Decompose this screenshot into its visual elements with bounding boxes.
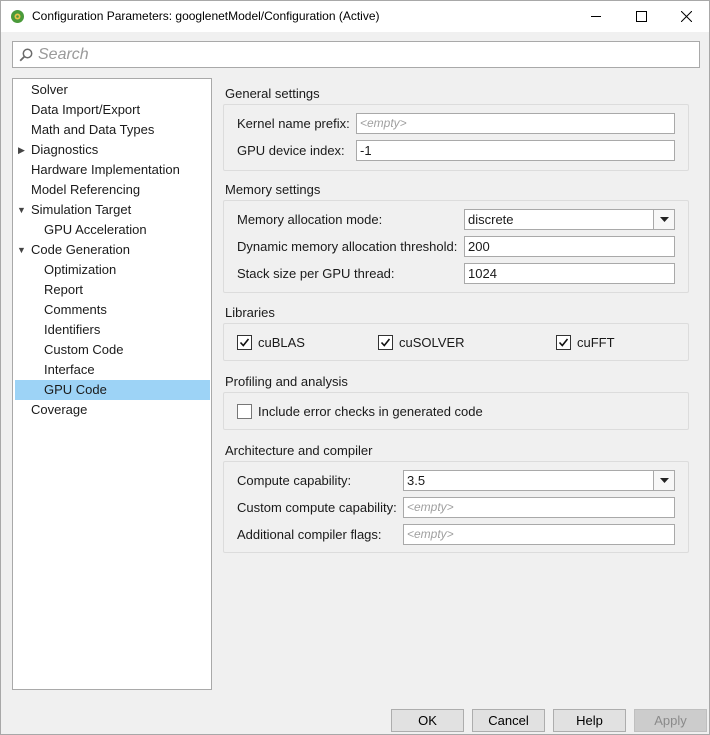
search-input[interactable] [38,44,688,65]
close-button[interactable] [663,1,709,32]
checkmark-icon [380,338,391,347]
apply-button[interactable]: Apply [634,709,707,732]
dyn-threshold-field[interactable]: 200 [464,236,675,257]
error-checks-checkbox[interactable] [237,404,252,419]
minimize-button[interactable] [573,1,619,32]
expand-arrow-icon[interactable]: ▶ [18,140,25,160]
tree-item-gpu-code[interactable]: GPU Code [15,380,210,400]
cublas-checkbox[interactable] [237,335,252,350]
tree-item-interface[interactable]: Interface [15,360,210,380]
tree-item-diagnostics[interactable]: ▶ Diagnostics [15,140,210,160]
compiler-flags-label: Additional compiler flags: [237,527,382,542]
tree-item-label: Solver [31,82,68,97]
tree-item-label: Coverage [31,402,88,417]
tree-item-code-generation[interactable]: ▼ Code Generation [15,240,210,260]
category-tree: Solver Data Import/Export Math and Data … [12,78,212,690]
tree-item-label: Interface [44,362,95,377]
gpu-index-label: GPU device index: [237,143,345,158]
tree-item-math-data-types[interactable]: Math and Data Types [15,120,210,140]
minimize-icon [590,16,601,17]
tree-item-label: Comments [44,302,107,317]
chevron-down-icon[interactable] [653,471,674,490]
tree-item-label: GPU Code [44,382,107,397]
general-settings-heading: General settings [225,86,320,101]
maximize-icon [635,11,647,22]
tree-item-label: Data Import/Export [31,102,141,117]
simulink-app-icon [10,9,25,24]
ok-button[interactable]: OK [391,709,464,732]
compiler-flags-field[interactable]: <empty> [403,524,675,545]
tree-item-label: Diagnostics [31,142,99,157]
stack-size-label: Stack size per GPU thread: [237,266,395,281]
compute-cap-dropdown[interactable]: 3.5 [403,470,675,491]
libraries-heading: Libraries [225,305,275,320]
compute-cap-label: Compute capability: [237,473,352,488]
tree-item-coverage[interactable]: Coverage [15,400,210,420]
alloc-mode-label: Memory allocation mode: [237,212,383,227]
stack-size-field[interactable]: 1024 [464,263,675,284]
tree-item-label: Hardware Implementation [31,162,180,177]
tree-item-label: Custom Code [44,342,124,357]
tree-item-hardware-implementation[interactable]: Hardware Implementation [15,160,210,180]
tree-item-optimization[interactable]: Optimization [15,260,210,280]
cusolver-checkbox[interactable] [378,335,393,350]
tree-item-custom-code[interactable]: Custom Code [15,340,210,360]
kernel-prefix-label: Kernel name prefix: [237,116,350,131]
tree-item-model-referencing[interactable]: Model Referencing [15,180,210,200]
cufft-checkbox[interactable] [556,335,571,350]
profiling-heading: Profiling and analysis [225,374,348,389]
tree-item-data-import-export[interactable]: Data Import/Export [15,100,210,120]
cusolver-label[interactable]: cuSOLVER [399,335,465,350]
checkmark-icon [239,338,250,347]
help-button[interactable]: Help [553,709,626,732]
collapse-arrow-icon[interactable]: ▼ [17,200,26,220]
cufft-label[interactable]: cuFFT [577,335,615,350]
checkmark-icon [558,338,569,347]
window-title: Configuration Parameters: googlenetModel… [32,9,380,23]
architecture-heading: Architecture and compiler [225,443,373,458]
error-checks-label[interactable]: Include error checks in generated code [258,404,483,419]
compute-cap-value: 3.5 [407,473,426,488]
cublas-label[interactable]: cuBLAS [258,335,305,350]
cancel-button[interactable]: Cancel [472,709,545,732]
tree-item-report[interactable]: Report [15,280,210,300]
kernel-prefix-field[interactable]: <empty> [356,113,675,134]
title-bar[interactable]: Configuration Parameters: googlenetModel… [1,1,709,32]
config-dialog: Configuration Parameters: googlenetModel… [0,0,710,735]
tree-item-label: Math and Data Types [31,122,155,137]
tree-item-label: Simulation Target [31,202,132,217]
tree-item-solver[interactable]: Solver [15,80,210,100]
alloc-mode-dropdown[interactable]: discrete [464,209,675,230]
gpu-index-field[interactable]: -1 [356,140,675,161]
search-icon [19,48,33,65]
tree-item-label: Optimization [44,262,117,277]
tree-item-label: GPU Acceleration [44,222,147,237]
collapse-arrow-icon[interactable]: ▼ [17,240,26,260]
close-icon [680,11,692,22]
tree-item-label: Model Referencing [31,182,141,197]
chevron-down-icon[interactable] [653,210,674,229]
tree-item-comments[interactable]: Comments [15,300,210,320]
custom-cap-label: Custom compute capability: [237,500,397,515]
tree-item-label: Identifiers [44,322,101,337]
tree-item-identifiers[interactable]: Identifiers [15,320,210,340]
tree-item-simulation-target[interactable]: ▼ Simulation Target [15,200,210,220]
dyn-threshold-label: Dynamic memory allocation threshold: [237,239,458,254]
alloc-mode-value: discrete [468,212,514,227]
maximize-button[interactable] [618,1,664,32]
search-box [12,41,700,68]
tree-item-label: Report [44,282,84,297]
tree-item-gpu-acceleration[interactable]: GPU Acceleration [15,220,210,240]
tree-item-label: Code Generation [31,242,131,257]
memory-settings-heading: Memory settings [225,182,321,197]
custom-cap-field[interactable]: <empty> [403,497,675,518]
